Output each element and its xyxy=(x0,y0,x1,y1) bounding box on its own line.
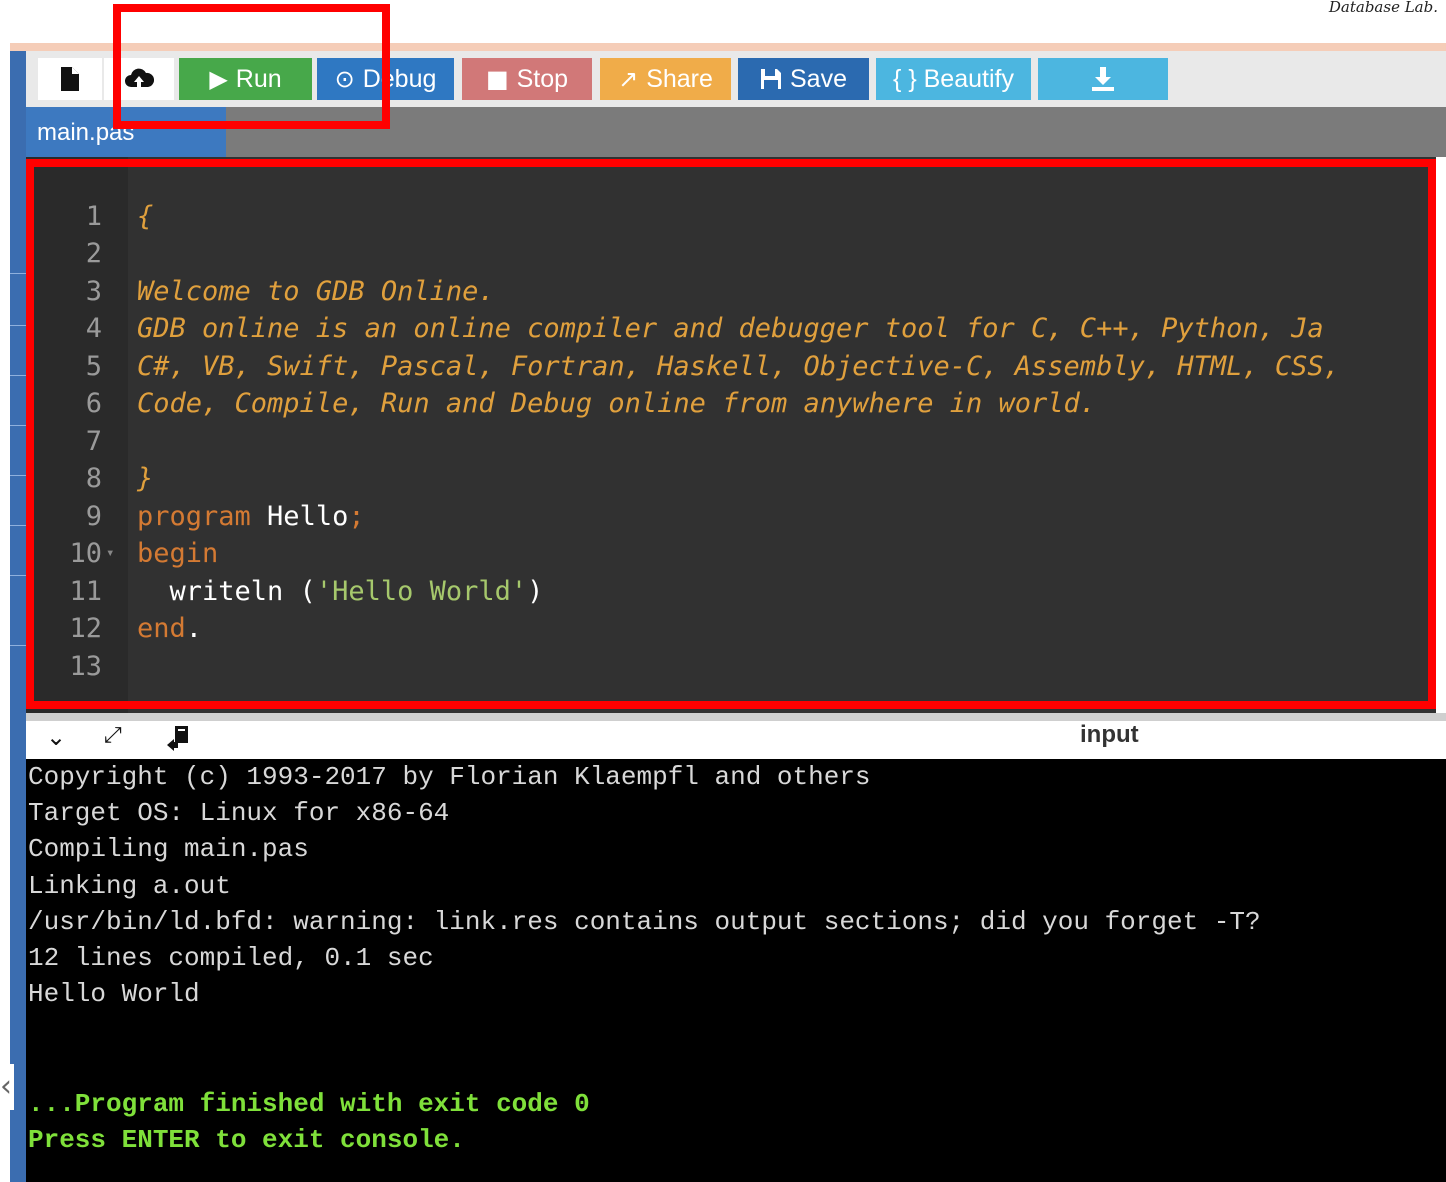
share-button[interactable]: ↗ Share xyxy=(600,58,731,100)
panel-divider[interactable] xyxy=(26,713,1446,721)
console-line: Target OS: Linux for x86-64 xyxy=(28,798,450,828)
exit-code-message: ...Program finished with exit code 0 xyxy=(28,1089,590,1119)
beautify-label: { } Beautify xyxy=(893,64,1014,93)
save-icon xyxy=(761,69,781,89)
left-sidebar xyxy=(10,51,26,1182)
console-line: 12 lines compiled, 0.1 sec xyxy=(28,943,434,973)
watermark: Database Lab. xyxy=(1328,0,1438,16)
press-enter-message: Press ENTER to exit console. xyxy=(28,1125,465,1155)
chevron-down-icon[interactable]: ⌄ xyxy=(46,723,66,751)
download-button[interactable] xyxy=(1038,58,1168,100)
save-label: Save xyxy=(790,64,847,93)
clear-console-icon[interactable] xyxy=(166,723,192,757)
share-icon: ↗ xyxy=(618,65,639,93)
share-label: Share xyxy=(646,64,713,93)
stop-label: Stop xyxy=(516,64,569,93)
sidebar-toggle-icon[interactable]: ‹ xyxy=(0,1064,14,1110)
output-toolbar: ⌄ ⤢ input xyxy=(26,721,1446,759)
input-label[interactable]: input xyxy=(1080,721,1139,749)
console-line: Copyright (c) 1993-2017 by Florian Klaem… xyxy=(28,762,871,792)
expand-icon[interactable]: ⤢ xyxy=(104,723,122,748)
beautify-button[interactable]: { } Beautify xyxy=(876,58,1031,100)
console-line: Hello World xyxy=(28,979,200,1009)
download-icon xyxy=(1092,67,1114,91)
file-icon xyxy=(61,67,79,91)
save-button[interactable]: Save xyxy=(738,58,869,100)
new-file-button[interactable] xyxy=(38,58,102,100)
console-line: Compiling main.pas xyxy=(28,834,309,864)
highlight-box-editor xyxy=(26,159,1436,709)
highlight-box-toolbar xyxy=(113,4,390,129)
output-console[interactable]: Copyright (c) 1993-2017 by Florian Klaem… xyxy=(26,759,1446,1182)
console-line: /usr/bin/ld.bfd: warning: link.res conta… xyxy=(28,907,1261,937)
stop-icon: ■ xyxy=(485,65,509,93)
stop-button[interactable]: ■ Stop xyxy=(462,58,592,100)
console-line: Linking a.out xyxy=(28,871,231,901)
